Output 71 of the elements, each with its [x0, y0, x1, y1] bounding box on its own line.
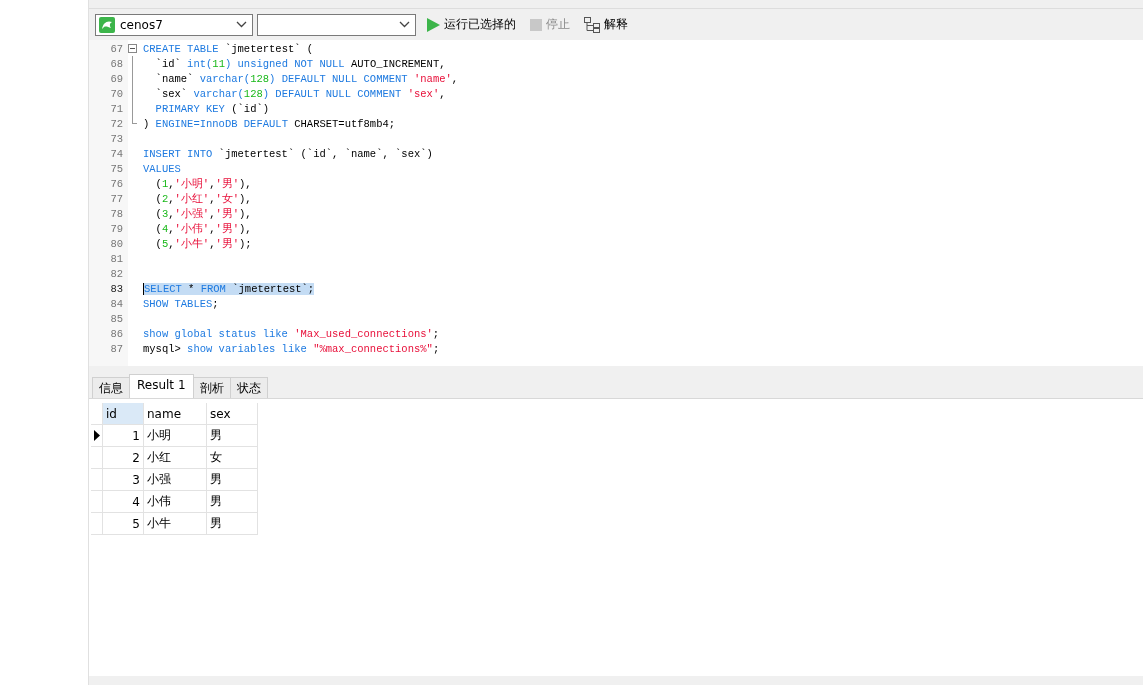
line-number: 75 — [109, 162, 123, 175]
row-pointer-icon — [93, 430, 100, 441]
line-number: 80 — [109, 237, 123, 250]
stop-icon — [530, 18, 542, 31]
line-number: 69 — [109, 72, 123, 85]
code-line: (4,'小伟','男'), — [154, 221, 252, 236]
line-number: 67 — [109, 42, 123, 55]
table-cell: 男 — [207, 491, 258, 513]
table-cell: 男 — [207, 425, 258, 447]
table-cell: 4 — [103, 491, 144, 513]
code-line: show global status like 'Max_used_connections'; — [143, 327, 440, 340]
line-number: 76 — [109, 177, 123, 190]
caret-icon — [399, 21, 410, 28]
line-number: 84 — [109, 297, 123, 310]
code-line: ) ENGINE=InnoDB DEFAULT CHARSET=utf8mb4; — [143, 117, 396, 130]
code-line: SHOW TABLES; — [143, 297, 219, 310]
caret-icon — [236, 21, 247, 28]
code-line: PRIMARY KEY (`id`) — [154, 102, 270, 115]
code-line: `sex` varchar(128) DEFAULT NULL COMMENT 'sex', — [154, 87, 446, 100]
line-number: 78 — [109, 207, 123, 220]
code-line: (2,'小红','女'), — [154, 191, 252, 206]
line-number: 87 — [109, 342, 123, 355]
table-cell: 小红 — [144, 447, 207, 469]
row-header[interactable] — [91, 425, 103, 447]
column-header[interactable]: id — [103, 403, 144, 425]
database-dropdown[interactable] — [257, 13, 416, 36]
diagram-icon — [584, 16, 600, 33]
line-number: 70 — [109, 87, 123, 100]
result-tab[interactable]: Result 1 — [129, 374, 194, 398]
line-number: 81 — [109, 252, 123, 265]
line-number: 73 — [109, 132, 123, 145]
code-line: VALUES — [143, 162, 181, 175]
code-line: `name` varchar(128) DEFAULT NULL COMMENT 'name', — [154, 72, 459, 85]
line-number: 71 — [109, 102, 123, 115]
table-cell: 2 — [103, 447, 144, 469]
table-cell: 小强 — [144, 469, 207, 491]
code-line: CREATE TABLE `jmetertest` ( — [143, 42, 314, 55]
table-cell: 小伟 — [144, 491, 207, 513]
column-header[interactable]: name — [144, 403, 207, 425]
run-button[interactable]: 运行已选择的 — [424, 16, 519, 33]
code-line: mysql> show variables like "%max_connections%"; — [143, 342, 440, 355]
play-icon — [427, 17, 440, 32]
result-tab[interactable]: 剖析 — [192, 377, 231, 398]
column-header[interactable]: sex — [207, 403, 258, 425]
table-cell: 小牛 — [144, 513, 207, 535]
line-number: 77 — [109, 192, 123, 205]
line-number: 82 — [109, 267, 123, 280]
line-number: 68 — [109, 57, 123, 70]
table-cell: 3 — [103, 469, 144, 491]
explain-button[interactable]: 解释 — [581, 16, 631, 33]
table-cell: 1 — [103, 425, 144, 447]
line-number: 85 — [109, 312, 123, 325]
table-cell: 5 — [103, 513, 144, 535]
line-number: 83 — [109, 282, 123, 295]
table-cell: 男 — [207, 469, 258, 491]
table-cell: 男 — [207, 513, 258, 535]
table-cell: 小明 — [144, 425, 207, 447]
line-number: 86 — [109, 327, 123, 340]
result-tab[interactable]: 信息 — [92, 377, 130, 398]
line-number: 72 — [109, 117, 123, 130]
table-cell: 女 — [207, 447, 258, 469]
code-line: (3,'小强','男'), — [154, 206, 252, 221]
code-line: INSERT INTO `jmetertest` (`id`, `name`, `sex`) — [143, 147, 433, 160]
code-line: (5,'小牛','男'); — [154, 236, 252, 251]
line-number: 74 — [109, 147, 123, 160]
fold-toggle-icon[interactable] — [128, 44, 137, 53]
code-line: (1,'小明','男'), — [154, 176, 252, 191]
result-tab[interactable]: 状态 — [229, 377, 268, 398]
code-line: `id` int(11) unsigned NOT NULL AUTO_INCREMENT, — [154, 57, 446, 70]
connection-dropdown[interactable]: cenos7 — [95, 13, 253, 36]
line-number: 79 — [109, 222, 123, 235]
